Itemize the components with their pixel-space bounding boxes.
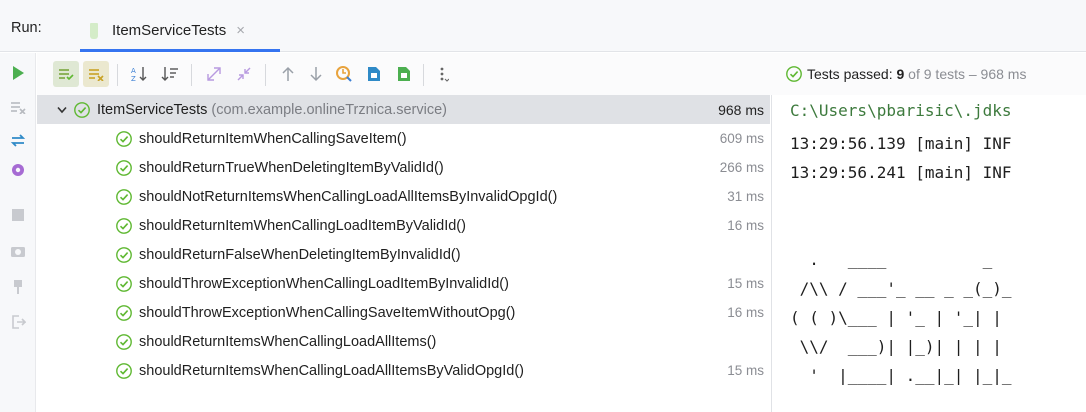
prev-failed-icon[interactable] — [275, 61, 301, 87]
rerun-failed-icon[interactable] — [0, 93, 36, 121]
show-ignored-icon[interactable] — [83, 61, 109, 87]
toolbar-separator — [423, 64, 424, 86]
exit-icon[interactable] — [0, 308, 36, 336]
console-line: C:\Users\pbarisic\.jdks — [790, 101, 1012, 120]
test-tree: ItemServiceTests (com.example.onlineTrzn… — [37, 95, 770, 412]
export-icon[interactable] — [361, 61, 387, 87]
tab-item-service-tests[interactable]: ItemServiceTests × — [80, 12, 280, 52]
test-row[interactable]: shouldReturnTrueWhenDeletingItemByValidI… — [37, 153, 770, 182]
test-time: 31 ms — [727, 189, 764, 204]
camera-icon[interactable] — [0, 237, 36, 265]
sort-alpha-icon[interactable]: AZ — [127, 61, 153, 87]
test-row[interactable]: shouldReturnItemsWhenCallingLoadAllItems… — [37, 356, 770, 385]
test-runner-toolbar: AZ Tests passed: 9 of 9 tests – 968 ms — [37, 53, 1086, 95]
test-name: shouldThrowExceptionWhenCallingLoadItemB… — [139, 275, 509, 292]
passed-check-icon — [116, 188, 132, 205]
test-name: shouldReturnItemWhenCallingSaveItem() — [139, 130, 407, 147]
test-time: 16 ms — [727, 218, 764, 233]
test-row[interactable]: shouldNotReturnItemsWhenCallingLoadAllIt… — [37, 182, 770, 211]
root-time: 968 ms — [718, 101, 764, 118]
tree-root-item-service-tests[interactable]: ItemServiceTests (com.example.onlineTrzn… — [37, 95, 770, 124]
passed-check-icon — [116, 130, 132, 147]
close-tab-icon[interactable]: × — [236, 22, 245, 39]
console-output[interactable]: C:\Users\pbarisic\.jdks 13:29:56.139 [ma… — [772, 95, 1086, 412]
console-line: ' |____| .__|_| |_|_ — [790, 366, 1012, 385]
test-row[interactable]: shouldReturnFalseWhenDeletingItemByInval… — [37, 240, 770, 269]
passed-check-icon — [116, 159, 132, 176]
test-row[interactable]: shouldReturnItemWhenCallingSaveItem() 60… — [37, 124, 770, 153]
toolbar-separator — [191, 64, 192, 86]
run-label: Run: — [11, 20, 42, 36]
passed-check-icon — [116, 333, 132, 350]
run-toolwindow-header: Run: ItemServiceTests × — [0, 0, 1086, 52]
passed-check-icon — [116, 304, 132, 321]
more-icon[interactable] — [431, 61, 457, 87]
test-time: 266 ms — [719, 160, 764, 175]
test-name: shouldReturnFalseWhenDeletingItemByInval… — [139, 246, 461, 263]
passed-check-icon — [116, 217, 132, 234]
swap-icon[interactable] — [0, 126, 36, 154]
import-icon[interactable] — [391, 61, 417, 87]
test-name: shouldReturnItemsWhenCallingLoadAllItems… — [139, 333, 437, 350]
passed-check-icon — [74, 101, 90, 118]
test-name: shouldNotReturnItemsWhenCallingLoadAllIt… — [139, 188, 558, 205]
test-row[interactable]: shouldReturnItemWhenCallingLoadItemByVal… — [37, 211, 770, 240]
test-name: shouldThrowExceptionWhenCallingSaveItemW… — [139, 304, 516, 321]
test-name: shouldReturnItemsWhenCallingLoadAllItems… — [139, 362, 524, 379]
root-package: (com.example.onlineTrznica.service) — [211, 101, 447, 118]
console-line: . ____ _ — [790, 250, 993, 269]
console-line: ( ( )\___ | '_ | '_| | — [790, 308, 1012, 327]
pin-icon[interactable] — [0, 273, 36, 301]
toolbar-separator — [117, 64, 118, 86]
left-tool-strip — [0, 53, 36, 412]
test-row[interactable]: shouldThrowExceptionWhenCallingSaveItemW… — [37, 298, 770, 327]
passed-check-icon — [116, 362, 132, 379]
console-line: 13:29:56.139 [main] INF — [790, 134, 1012, 153]
history-icon[interactable] — [331, 61, 357, 87]
sort-duration-icon[interactable] — [157, 61, 183, 87]
stop-icon[interactable] — [0, 201, 36, 229]
status-prefix: Tests passed: — [807, 66, 897, 82]
next-failed-icon[interactable] — [303, 61, 329, 87]
console-line: 13:29:56.241 [main] INF — [790, 163, 1012, 182]
console-line: /\\ / ___'_ __ _ _(_)_ — [790, 279, 1012, 298]
test-time: 15 ms — [727, 363, 764, 378]
settings-icon[interactable] — [0, 156, 36, 184]
test-name: shouldReturnItemWhenCallingLoadItemByVal… — [139, 217, 466, 234]
svg-text:A: A — [131, 67, 136, 75]
expand-all-icon[interactable] — [201, 61, 227, 87]
collapse-all-icon[interactable] — [231, 61, 257, 87]
test-time: 16 ms — [727, 305, 764, 320]
tests-passed-check-icon — [786, 66, 802, 82]
tests-status: Tests passed: 9 of 9 tests – 968 ms — [785, 65, 1026, 83]
console-line: \\/ ___)| |_)| | | | — [790, 337, 1012, 356]
passed-check-icon — [116, 246, 132, 263]
chevron-down-icon[interactable] — [57, 103, 73, 117]
rerun-icon[interactable] — [0, 59, 36, 87]
root-name: ItemServiceTests — [97, 101, 208, 118]
svg-text:Z: Z — [131, 75, 136, 82]
test-row[interactable]: shouldThrowExceptionWhenCallingLoadItemB… — [37, 269, 770, 298]
test-row[interactable]: shouldReturnItemsWhenCallingLoadAllItems… — [37, 327, 770, 356]
test-flask-icon — [90, 22, 98, 39]
test-time: 609 ms — [719, 131, 764, 146]
show-passed-icon[interactable] — [53, 61, 79, 87]
passed-check-icon — [116, 275, 132, 292]
tab-title: ItemServiceTests — [112, 22, 227, 39]
toolbar-separator — [265, 64, 266, 86]
test-name: shouldReturnTrueWhenDeletingItemByValidI… — [139, 159, 444, 176]
status-suffix: of 9 tests – 968 ms — [904, 66, 1027, 82]
test-time: 15 ms — [727, 276, 764, 291]
